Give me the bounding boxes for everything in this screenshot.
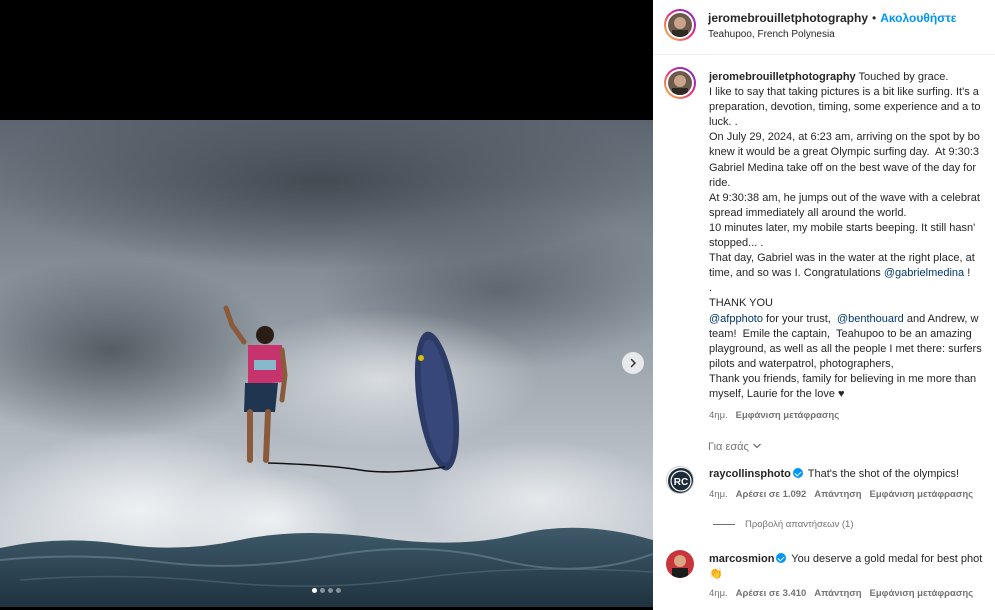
caption-text-fragment: for your trust, bbox=[763, 312, 837, 325]
carousel-dot bbox=[320, 588, 325, 593]
comment-avatar[interactable] bbox=[666, 550, 694, 578]
caption-age: 4ημ. bbox=[709, 410, 728, 421]
caption-line: knew it would be a great Olympic surfing… bbox=[709, 146, 980, 159]
carousel-dot bbox=[336, 588, 341, 593]
caption-username[interactable]: jeromebrouilletphotography bbox=[709, 71, 856, 83]
follow-button[interactable]: Ακολουθήστε bbox=[880, 11, 956, 25]
view-replies-button[interactable]: Προβολή απαντήσεων (1) bbox=[713, 519, 854, 530]
next-slide-button[interactable] bbox=[622, 352, 644, 374]
caption-line: 10 minutes later, my mobile starts beepi… bbox=[709, 221, 976, 234]
separator-dot: • bbox=[872, 11, 877, 25]
caption-text-fragment: and Andrew, w bbox=[903, 312, 979, 325]
caption-line: myself, Laurie for the love ♥ bbox=[709, 387, 845, 400]
post-header: jeromebrouilletphotography • Ακολουθήστε T… bbox=[653, 0, 995, 55]
reply-button[interactable]: Απάντηση bbox=[814, 489, 861, 500]
post-location[interactable]: Teahupoo, French Polynesia bbox=[708, 29, 835, 40]
caption-line: At 9:30:38 am, he jumps out of the wave … bbox=[709, 191, 980, 204]
caption-line: time, and so was I. Congratulations bbox=[709, 267, 884, 280]
comment-age: 4ημ. bbox=[709, 489, 728, 500]
carousel-indicator bbox=[0, 588, 653, 593]
post-details-panel: jeromebrouilletphotography • Ακολουθήστε T… bbox=[653, 0, 995, 610]
caption-line: spread immediately all around the world. bbox=[709, 206, 907, 219]
caption-line: luck. . bbox=[709, 116, 738, 129]
caption-first-line: Touched by grace. bbox=[858, 71, 949, 83]
comment-emoji: 👏 bbox=[709, 568, 723, 580]
comment-username[interactable]: marcosmion bbox=[709, 553, 774, 565]
caption-line: preparation, devotion, timing, some expe… bbox=[709, 101, 981, 114]
caption-line: ride. bbox=[709, 176, 731, 189]
for-you-label: Για εσάς bbox=[708, 441, 749, 453]
comment-likes[interactable]: Αρέσει σε 3.410 bbox=[736, 588, 807, 599]
caption-line: Thank you friends, family for believing … bbox=[709, 372, 977, 385]
caption-text-fragment: ! bbox=[964, 267, 971, 280]
for-you-dropdown[interactable]: Για εσάς bbox=[708, 441, 762, 453]
carousel-dot bbox=[312, 588, 317, 593]
carousel-dot bbox=[328, 588, 333, 593]
comment-likes[interactable]: Αρέσει σε 1.092 bbox=[736, 489, 807, 500]
author-username[interactable]: jeromebrouilletphotography bbox=[708, 11, 868, 25]
chevron-right-icon bbox=[630, 358, 637, 368]
mention-link[interactable]: @benthouard bbox=[837, 313, 904, 325]
caption-line: That day, Gabriel was in the water at th… bbox=[709, 252, 975, 265]
caption-line: Gabriel Medina take off on the best wave… bbox=[709, 161, 977, 174]
caption-line: stopped... . bbox=[709, 237, 764, 250]
caption-line: team! Emile the captain, Teahupoo to be … bbox=[709, 327, 972, 340]
post-caption: jeromebrouilletphotography Touched by gr… bbox=[709, 70, 995, 402]
caption-line: On July 29, 2024, at 6:23 am, arriving o… bbox=[709, 131, 980, 144]
surfer-photo[interactable] bbox=[0, 120, 653, 607]
caption-line: THANK YOU bbox=[709, 297, 773, 310]
comment-meta: 4ημ. Αρέσει σε 1.092 Απάντηση Εμφάνιση μ… bbox=[709, 489, 973, 500]
comment-translate-button[interactable]: Εμφάνιση μετάφρασης bbox=[870, 489, 974, 500]
caption-line: I like to say that taking pictures is a … bbox=[709, 86, 979, 99]
reply-button[interactable]: Απάντηση bbox=[814, 588, 861, 599]
comment-avatar[interactable]: RC bbox=[666, 466, 694, 494]
comment-translate-button[interactable]: Εμφάνιση μετάφρασης bbox=[870, 588, 974, 599]
comment-age: 4ημ. bbox=[709, 588, 728, 599]
comment-username[interactable]: raycollinsphoto bbox=[709, 468, 791, 480]
comment-text: You deserve a gold medal for best phot bbox=[791, 553, 983, 565]
caption-line: . bbox=[709, 282, 713, 295]
chevron-down-icon bbox=[752, 443, 761, 449]
comment-meta: 4ημ. Αρέσει σε 3.410 Απάντηση Εμφάνιση μ… bbox=[709, 588, 973, 599]
caption-translate-button[interactable]: Εμφάνιση μετάφρασης bbox=[736, 410, 840, 421]
verified-badge-icon bbox=[792, 468, 803, 478]
comment-avatar-logo: RC bbox=[674, 477, 688, 488]
caption-meta: 4ημ. Εμφάνιση μετάφρασης bbox=[709, 410, 839, 421]
author-avatar[interactable] bbox=[664, 9, 696, 41]
mention-link[interactable]: @gabrielmedina bbox=[884, 267, 964, 279]
comment-text: That's the shot of the olympics! bbox=[807, 468, 960, 480]
mention-link[interactable]: @afpphoto bbox=[709, 313, 763, 325]
comment: marcosmion You deserve a gold medal for … bbox=[709, 553, 982, 565]
post-media bbox=[0, 0, 653, 610]
caption-avatar[interactable] bbox=[664, 67, 696, 99]
verified-badge-icon bbox=[776, 553, 787, 563]
caption-line: pilots and waterpatrol, photographers, bbox=[709, 357, 894, 370]
comment: raycollinsphoto That's the shot of the o… bbox=[709, 468, 959, 480]
view-replies-label: Προβολή απαντήσεων (1) bbox=[745, 519, 854, 530]
caption-line: playground, as well as all the people I … bbox=[709, 342, 982, 355]
